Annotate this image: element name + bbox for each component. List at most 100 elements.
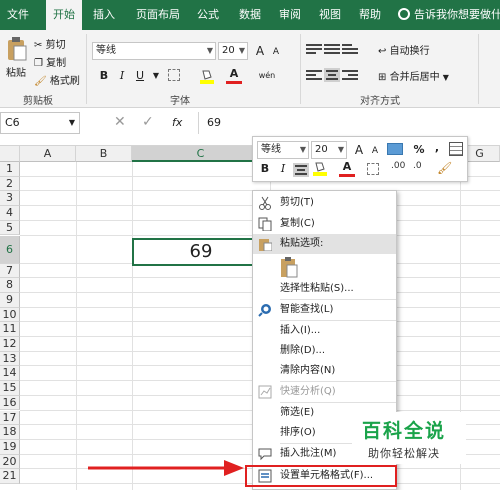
name-box-value: C6 [5,116,20,129]
tell-me-box[interactable]: 告诉我你想要做什么 [414,0,500,30]
percent-style-button[interactable]: % [411,142,427,158]
menu-item-insert[interactable]: 插入(I)... [253,321,396,341]
quick-analysis-icon [258,385,272,399]
menu-item-delete[interactable]: 删除(D)... [253,341,396,361]
tab-view[interactable]: 视图 [312,0,348,30]
mini-shrink-font-button[interactable]: A [367,143,383,159]
align-middle-icon[interactable] [324,42,340,56]
mini-font-size-select[interactable]: 20 ▼ [311,141,347,159]
row-header-6[interactable]: 6 [0,235,20,264]
menu-item-format-cells[interactable]: 设置单元格格式(F)... [245,465,397,487]
row-header-10[interactable]: 10 [0,307,20,323]
mini-align-center-icon[interactable] [293,163,309,177]
row-header-15[interactable]: 15 [0,381,20,396]
italic-button[interactable]: I [114,68,130,84]
phonetic-button[interactable]: wén [256,68,278,84]
name-box[interactable]: C6 ▼ [0,112,80,134]
mini-font-color-button[interactable]: A [339,159,355,177]
column-header-c[interactable]: C [132,146,270,162]
tab-review[interactable]: 审阅 [272,0,308,30]
chevron-down-icon[interactable]: ▼ [148,68,164,84]
borders-icon[interactable] [168,69,180,81]
bold-button[interactable]: B [96,68,112,84]
row-header-9[interactable]: 9 [0,292,20,308]
menu-item-clear-contents[interactable]: 清除内容(N) [253,361,396,381]
shrink-font-button[interactable]: A [268,44,284,60]
column-header-a[interactable]: A [20,146,76,162]
comma-style-button[interactable]: , [429,140,445,156]
brush-icon: 🖌 [34,75,47,87]
paste-icon [259,239,272,251]
align-bottom-icon[interactable] [342,42,358,56]
enter-icon[interactable]: ✓ [142,114,154,130]
underline-button[interactable]: U [132,68,148,84]
cut-button[interactable]: ✂ 剪切 [34,36,66,52]
font-name-select[interactable]: 等线 ▼ [92,42,216,60]
insert-function-button[interactable]: fx [172,116,182,129]
fill-color-button[interactable] [200,68,214,84]
align-center-icon[interactable] [324,68,340,82]
number-format-icon[interactable] [387,143,403,155]
align-top-icon[interactable] [306,42,322,56]
row-header-8[interactable]: 8 [0,278,20,293]
align-right-icon[interactable] [342,68,358,82]
tab-formulas[interactable]: 公式 [190,0,226,30]
row-header-16[interactable]: 16 [0,395,20,411]
row-header-21[interactable]: 21 [0,469,20,484]
copy-icon [258,217,272,231]
column-header-b[interactable]: B [76,146,132,162]
row-header-2[interactable]: 2 [0,176,20,192]
tab-data[interactable]: 数据 [232,0,268,30]
mini-italic-button[interactable]: I [275,161,291,177]
cancel-icon[interactable]: ✕ [114,114,126,130]
ribbon-divider [478,34,479,104]
tab-page-layout[interactable]: 页面布局 [128,0,188,30]
row-header-14[interactable]: 14 [0,366,20,382]
align-left-icon[interactable] [306,68,322,82]
row-header-17[interactable]: 17 [0,410,20,426]
copy-button[interactable]: ❐ 复制 [34,54,66,70]
mini-grow-font-button[interactable]: A [351,142,367,158]
tab-insert[interactable]: 插入 [86,0,122,30]
tab-help[interactable]: 帮助 [352,0,388,30]
row-header-4[interactable]: 4 [0,206,20,221]
active-cell-c6[interactable]: 69 [132,238,270,266]
formula-input[interactable]: 69 [198,112,500,134]
tab-home[interactable]: 开始 [46,0,82,30]
paste-icon[interactable] [6,36,28,62]
row-header-3[interactable]: 3 [0,191,20,207]
row-header-18[interactable]: 18 [0,425,20,440]
decrease-decimal-icon[interactable]: .0 [413,161,422,171]
row-header-19[interactable]: 19 [0,439,20,455]
paste-clipboard-icon[interactable] [279,256,299,278]
wrap-text-button[interactable]: ↩ 自动换行 [378,42,430,58]
row-header-5[interactable]: 5 [0,220,20,236]
row-header-20[interactable]: 20 [0,454,20,470]
tab-file[interactable]: 文件 [0,0,36,30]
row-header-1[interactable]: 1 [0,162,20,177]
mini-font-name-value: 等线 [261,144,281,155]
format-painter-icon[interactable] [449,142,463,156]
format-painter-button[interactable]: 🖌 格式刷 [34,72,80,88]
font-color-button[interactable]: A [226,66,242,84]
font-size-select[interactable]: 20 ▼ [218,42,248,60]
mini-font-name-select[interactable]: 等线 ▼ [257,141,309,159]
menu-item-smart-lookup[interactable]: 智能查找(L) [253,300,396,320]
mini-borders-icon[interactable] [367,163,379,175]
mini-brush-icon[interactable]: 🖌 [437,161,452,175]
menu-item-cut[interactable]: 剪切(T) [253,193,396,213]
select-all-corner[interactable] [0,146,20,162]
mini-bold-button[interactable]: B [257,161,273,177]
row-header-11[interactable]: 11 [0,322,20,337]
menu-item-copy[interactable]: 复制(C) [253,214,396,234]
paste-button[interactable]: 粘贴 [6,64,26,79]
merge-center-button[interactable]: ⊞ 合并后居中 ▼ [378,68,449,84]
menu-item-paste-special[interactable]: 选择性粘贴(S)... [253,279,396,299]
mini-fill-color-button[interactable] [313,161,327,177]
grow-font-button[interactable]: A [252,43,268,59]
row-header-12[interactable]: 12 [0,337,20,352]
increase-decimal-icon[interactable]: .00 [391,161,405,171]
row-header-13[interactable]: 13 [0,351,20,367]
row-header-7[interactable]: 7 [0,263,20,279]
paint-bucket-icon [200,70,214,84]
